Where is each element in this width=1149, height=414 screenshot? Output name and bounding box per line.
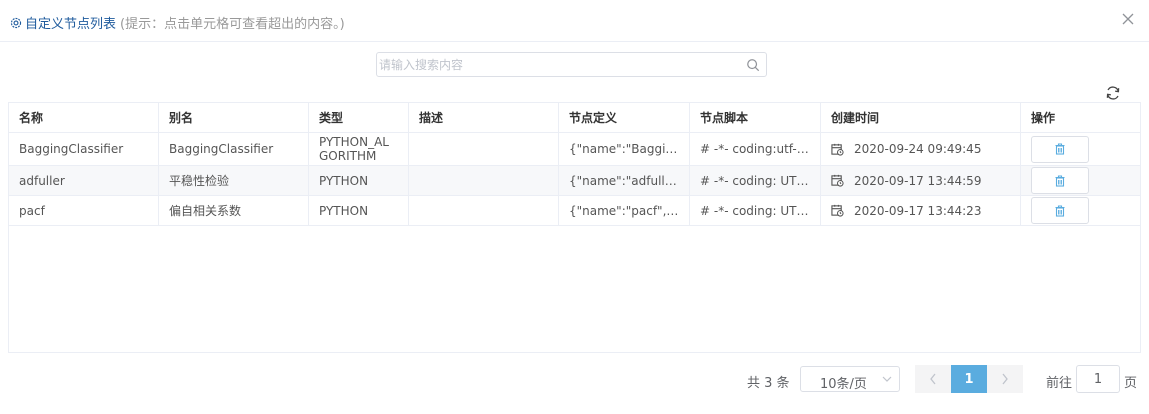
total-count: 共 3 条 [747,376,790,391]
table-header: 名称 别名 类型 描述 节点定义 节点脚本 创建时间 操作 [9,103,1140,133]
cell-name-text: BaggingClassifier [19,142,124,156]
col-header-type[interactable]: 类型 [309,103,409,132]
calendar-icon [831,143,844,156]
dialog-title-wrap: 自定义节点列表 (提示：点击单元格可查看超出的内容。) [9,13,345,32]
goto-label: 前往 [1046,376,1073,391]
cell-alias[interactable]: 平稳性检验 [159,166,309,195]
cell-name[interactable]: BaggingClassifier [9,133,159,165]
created-time: 2020-09-17 13:44:59 [831,174,981,188]
col-header-desc[interactable]: 描述 [409,103,559,132]
created-time-text: 2020-09-17 13:44:23 [854,203,982,218]
chevron-right-icon [1002,373,1008,385]
next-page-button[interactable] [987,365,1023,393]
created-time: 2020-09-17 13:44:23 [831,204,981,218]
created-time: 2020-09-24 09:49:45 [831,142,981,156]
search-icon[interactable] [746,58,760,72]
cell-alias-text: BaggingClassifier [169,142,274,156]
table-row[interactable]: pacf 偏自相关系数 PYTHON {"name":"pacf","alias… [9,196,1140,226]
prev-page-button[interactable] [915,365,951,393]
cell-alias-text: 偏自相关系数 [169,204,242,218]
col-header-actions: 操作 [1031,111,1056,125]
cell-created[interactable]: 2020-09-17 13:44:59 [821,166,1021,195]
cell-type[interactable]: PYTHON_ALGORITHM [309,133,409,165]
cell-definition-text: {"name":"pacf","alias" [569,203,689,218]
page-size-value: 10条/页 [820,377,867,392]
search-input[interactable] [377,53,737,76]
cell-definition[interactable]: {"name":"BaggingClassifier" [559,133,690,165]
cell-definition-text: {"name":"BaggingClassifier" [569,142,689,156]
cell-created[interactable]: 2020-09-17 13:44:23 [821,196,1021,225]
cell-script-text: # -*- coding: UTF-8 -*- [700,203,820,218]
delete-button[interactable] [1031,135,1089,163]
gear-icon [10,17,22,28]
created-time-text: 2020-09-24 09:49:45 [854,142,982,156]
cell-actions [1021,166,1140,195]
pagination: 共 3 条 10条/页 1 前往 页 [0,365,1149,393]
cell-script[interactable]: # -*- coding: UTF-8 -*- [690,196,821,225]
dialog-title: 自定义节点列表 [25,17,117,32]
dialog-header: 自定义节点列表 (提示：点击单元格可查看超出的内容。) [0,0,1149,42]
page-size-select[interactable]: 10条/页 [800,366,900,392]
node-table: 名称 别名 类型 描述 节点定义 节点脚本 创建时间 操作 BaggingCla… [8,102,1141,353]
cell-alias[interactable]: 偏自相关系数 [159,196,309,225]
table-row[interactable]: BaggingClassifier BaggingClassifier PYTH… [9,133,1140,166]
page-number-active[interactable]: 1 [951,365,987,393]
cell-definition[interactable]: {"name":"adfuller","alias" [559,166,690,195]
cell-type[interactable]: PYTHON [309,196,409,225]
close-icon[interactable] [1120,11,1136,27]
cell-alias-text: 平稳性检验 [169,174,230,188]
col-header-created[interactable]: 创建时间 [821,103,1021,132]
calendar-icon [831,204,844,217]
cell-desc[interactable] [409,166,559,195]
dialog-hint: (提示：点击单元格可查看超出的内容。) [120,17,345,32]
chevron-left-icon [930,373,936,385]
cell-definition-text: {"name":"adfuller","alias" [569,173,689,188]
cell-name-text: adfuller [19,173,65,188]
search-box [376,52,767,77]
trash-icon [1055,174,1065,187]
cell-name[interactable]: adfuller [9,166,159,195]
cell-definition[interactable]: {"name":"pacf","alias" [559,196,690,225]
cell-alias[interactable]: BaggingClassifier [159,133,309,165]
cell-script-text: # -*- coding:utf-8 -*- [700,142,820,156]
cell-desc[interactable] [409,196,559,225]
cell-desc[interactable] [409,133,559,165]
cell-script[interactable]: # -*- coding:utf-8 -*- [690,133,821,165]
calendar-icon [831,174,844,187]
cell-created[interactable]: 2020-09-24 09:49:45 [821,133,1021,165]
cell-name-text: pacf [19,203,45,218]
cell-script[interactable]: # -*- coding: UTF-8 -*- [690,166,821,195]
delete-button[interactable] [1031,167,1089,194]
goto-page-input[interactable] [1076,365,1120,393]
created-time-text: 2020-09-17 13:44:59 [854,173,982,188]
cell-actions [1021,133,1140,165]
cell-actions [1021,196,1140,225]
cell-name[interactable]: pacf [9,196,159,225]
col-header-alias[interactable]: 别名 [159,103,309,132]
trash-icon [1055,143,1065,155]
table-row[interactable]: adfuller 平稳性检验 PYTHON {"name":"adfuller"… [9,166,1140,196]
refresh-icon[interactable] [1105,85,1121,101]
cell-type[interactable]: PYTHON [309,166,409,195]
cell-script-text: # -*- coding: UTF-8 -*- [700,173,820,188]
trash-icon [1055,204,1065,217]
page-suffix: 页 [1124,376,1138,391]
col-header-script[interactable]: 节点脚本 [690,103,821,132]
chevron-down-icon [882,376,892,382]
col-header-definition[interactable]: 节点定义 [559,103,690,132]
col-header-name[interactable]: 名称 [9,103,159,132]
delete-button[interactable] [1031,197,1089,224]
